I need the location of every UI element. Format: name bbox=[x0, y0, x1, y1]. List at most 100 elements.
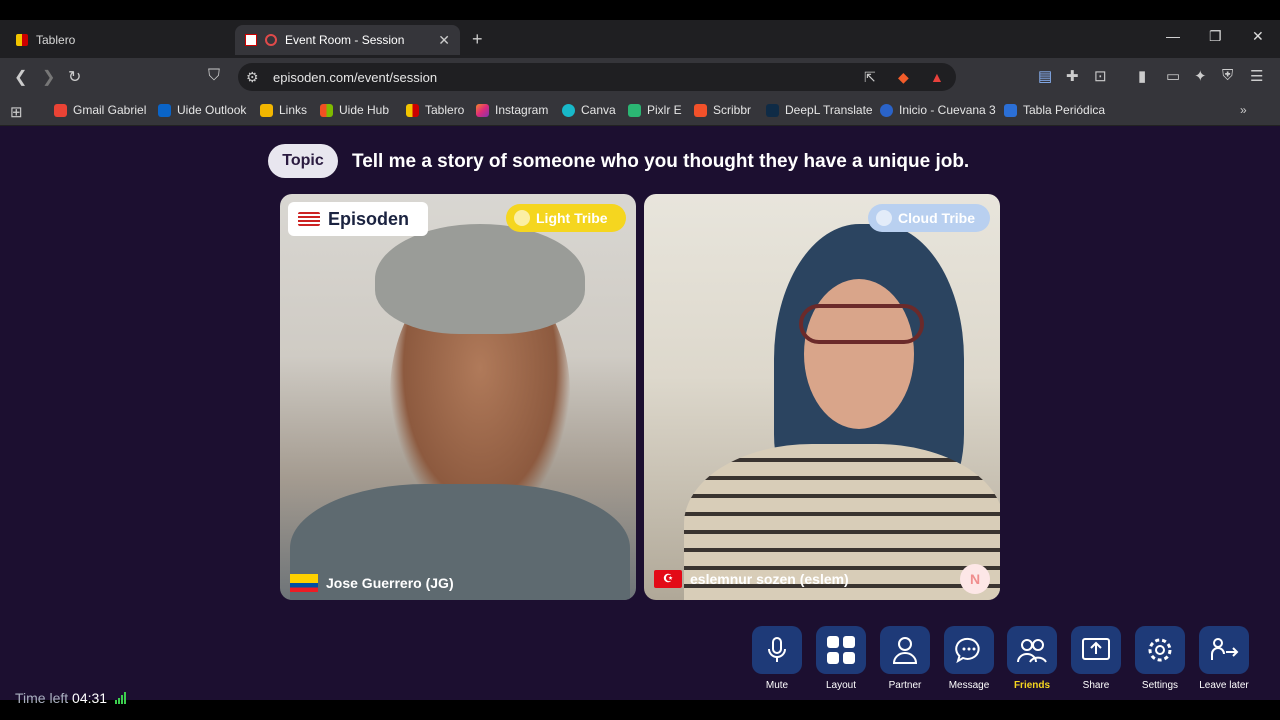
time-left-value: 04:31 bbox=[72, 690, 108, 706]
brave-rewards-icon[interactable]: ▲ bbox=[930, 69, 944, 85]
participant-video-eslem bbox=[804, 279, 914, 429]
links-icon bbox=[260, 103, 273, 117]
back-icon[interactable]: ❮ bbox=[14, 67, 27, 87]
tab-label: Event Room - Session bbox=[285, 33, 405, 47]
layout-control[interactable]: Layout bbox=[816, 626, 866, 691]
person-icon bbox=[892, 637, 918, 664]
video-tile-eslem[interactable]: Cloud Tribe ☪ eslemnur sozen (eslem) N bbox=[644, 194, 1000, 600]
bookmark-tablero[interactable]: Tablero bbox=[406, 103, 464, 117]
new-tab-icon[interactable]: + bbox=[472, 29, 483, 50]
microphone-icon bbox=[768, 637, 786, 662]
share-button[interactable] bbox=[1071, 626, 1121, 674]
layout-label: Layout bbox=[825, 680, 857, 691]
forward-icon[interactable]: ❯ bbox=[42, 67, 55, 87]
bookmark-icon[interactable]: ⛉ bbox=[208, 67, 220, 85]
bookmark-links[interactable]: Links bbox=[260, 103, 307, 117]
gear-icon bbox=[1148, 638, 1172, 662]
outlook-icon bbox=[158, 103, 171, 117]
address-bar[interactable]: ⚙ episoden.com/event/session ⇱ ◆ ▲ bbox=[238, 63, 956, 91]
screenshot-icon[interactable]: ⊡ bbox=[1094, 67, 1107, 85]
bookmark-cuevana[interactable]: Inicio - Cuevana 3 bbox=[880, 103, 996, 117]
partner-button[interactable] bbox=[880, 626, 930, 674]
participant-name-eslem: ☪ eslemnur sozen (eslem) bbox=[654, 570, 849, 588]
tab-tablero[interactable]: Tablero bbox=[6, 25, 231, 55]
cuevana-icon bbox=[880, 103, 893, 117]
gmail-icon bbox=[54, 103, 67, 117]
settings-button[interactable] bbox=[1135, 626, 1185, 674]
us-flag-icon bbox=[298, 212, 320, 226]
turkey-flag-icon: ☪ bbox=[654, 570, 682, 588]
time-left-label: Time left bbox=[15, 690, 69, 706]
cloud-tribe-icon bbox=[876, 210, 892, 226]
bookmark-gmail[interactable]: Gmail Gabriel bbox=[54, 103, 146, 117]
bookmark-canva[interactable]: Canva bbox=[562, 103, 616, 117]
bookmark-pixlr[interactable]: Pixlr E bbox=[628, 103, 682, 117]
leo-ai-icon[interactable]: ✦ bbox=[1194, 67, 1207, 85]
tablero-favicon-icon bbox=[16, 34, 28, 46]
bookmark-instagram[interactable]: Instagram bbox=[476, 103, 548, 117]
layout-button[interactable] bbox=[816, 626, 866, 674]
topic-label: Topic bbox=[268, 144, 338, 178]
partner-control[interactable]: Partner bbox=[880, 626, 930, 691]
video-tile-jose[interactable]: Episoden Light Tribe Jose Guerrero (JG) bbox=[280, 194, 636, 600]
time-left: Time left 04:31 bbox=[15, 690, 107, 706]
tablero-icon bbox=[406, 103, 419, 117]
tab-label: Tablero bbox=[36, 33, 76, 47]
friends-icon bbox=[1017, 639, 1047, 663]
sidebar-icon[interactable]: ▮ bbox=[1138, 67, 1146, 85]
friends-control[interactable]: Friends bbox=[1007, 626, 1057, 691]
friends-button[interactable] bbox=[1007, 626, 1057, 674]
message-control[interactable]: Message bbox=[944, 626, 994, 691]
leave-later-button[interactable] bbox=[1199, 626, 1249, 674]
close-tab-icon[interactable]: ✕ bbox=[438, 32, 450, 49]
signal-strength-icon bbox=[115, 692, 126, 704]
reload-icon[interactable]: ↻ bbox=[68, 67, 81, 87]
bookmark-outlook[interactable]: Uide Outlook bbox=[158, 103, 246, 117]
bookmark-uide-hub[interactable]: Uide Hub bbox=[320, 103, 389, 117]
mute-control[interactable]: Mute bbox=[752, 626, 802, 691]
message-button[interactable] bbox=[944, 626, 994, 674]
site-info-icon[interactable]: ⚙ bbox=[246, 69, 259, 86]
share-control[interactable]: Share bbox=[1071, 626, 1121, 691]
brave-shield-icon[interactable]: ◆ bbox=[898, 69, 909, 86]
minimize-icon[interactable]: — bbox=[1166, 28, 1180, 44]
leave-icon bbox=[1211, 638, 1239, 660]
bookmark-scribbr[interactable]: Scribbr bbox=[694, 103, 751, 117]
tab-event-room[interactable]: Event Room - Session ✕ bbox=[235, 25, 460, 55]
bookmark-tabla[interactable]: Tabla Periódica bbox=[1004, 103, 1105, 117]
cap bbox=[375, 224, 585, 334]
scribbr-icon bbox=[694, 103, 707, 117]
ecuador-flag-icon bbox=[290, 574, 318, 592]
bookmarks-bar: ⊞ Gmail Gabriel Uide Outlook Links Uide … bbox=[0, 96, 1280, 126]
participant-name-jose: Jose Guerrero (JG) bbox=[290, 574, 454, 592]
share-icon[interactable]: ⇱ bbox=[864, 69, 876, 86]
more-bookmarks-icon[interactable]: » bbox=[1240, 103, 1247, 117]
settings-label: Settings bbox=[1141, 680, 1179, 691]
microsoft-icon bbox=[320, 103, 333, 117]
glasses bbox=[799, 304, 924, 344]
cloud-tribe-badge: Cloud Tribe bbox=[868, 204, 990, 232]
mute-button[interactable] bbox=[752, 626, 802, 674]
navigation-bar: ❮ ❯ ↻ ⛉ ⚙ episoden.com/event/session ⇱ ◆… bbox=[0, 58, 1280, 96]
wallet-icon[interactable]: ▭ bbox=[1166, 67, 1180, 85]
episoden-logo: Episoden bbox=[288, 202, 428, 236]
menu-icon[interactable]: ☰ bbox=[1250, 67, 1263, 85]
partner-label: Partner bbox=[888, 680, 922, 691]
flag-favicon-icon bbox=[245, 34, 257, 46]
friends-label: Friends bbox=[1013, 680, 1051, 691]
apps-icon[interactable]: ⊞ bbox=[10, 103, 23, 121]
close-window-icon[interactable]: ✕ bbox=[1252, 28, 1264, 45]
tab-strip: Tablero Event Room - Session ✕ + — ❐ ✕ bbox=[0, 20, 1280, 58]
browser-window: Tablero Event Room - Session ✕ + — ❐ ✕ ❮… bbox=[0, 20, 1280, 706]
settings-control[interactable]: Settings bbox=[1135, 626, 1185, 691]
reader-icon[interactable]: ▤ bbox=[1038, 67, 1052, 85]
extensions-icon[interactable]: ✚ bbox=[1066, 67, 1079, 85]
bookmark-deepl[interactable]: DeepL Translate bbox=[766, 103, 873, 117]
light-tribe-icon bbox=[514, 210, 530, 226]
message-label: Message bbox=[948, 680, 990, 691]
vpn-icon[interactable]: ⛨ bbox=[1222, 67, 1233, 84]
leave-later-control[interactable]: Leave later bbox=[1199, 626, 1249, 691]
restore-icon[interactable]: ❐ bbox=[1209, 28, 1222, 45]
share-label: Share bbox=[1082, 680, 1110, 691]
leave-later-label: Leave later bbox=[1199, 680, 1249, 691]
